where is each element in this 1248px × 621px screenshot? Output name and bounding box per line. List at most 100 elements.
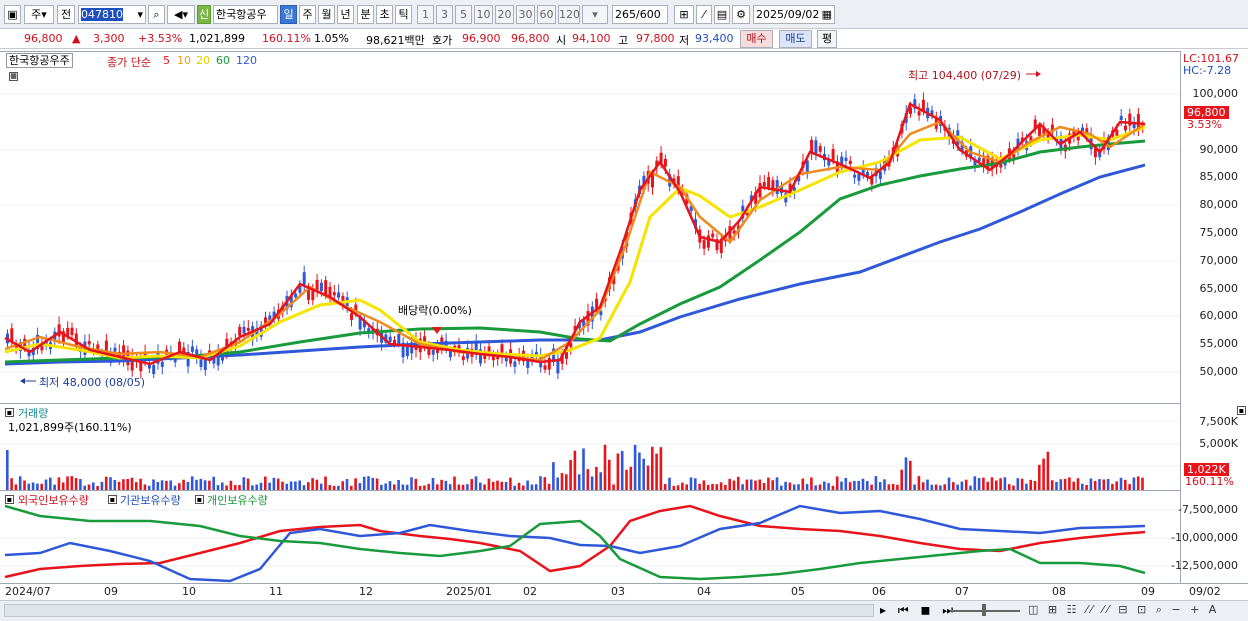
candle <box>767 176 771 188</box>
candle <box>818 146 822 152</box>
volume-bar <box>599 472 602 490</box>
window-icon[interactable]: ▣ <box>4 5 21 24</box>
count-field[interactable]: 265/600 <box>612 5 668 24</box>
volume-bar <box>92 482 95 490</box>
volume-bar <box>453 476 456 490</box>
num-3[interactable]: 3 <box>436 5 453 24</box>
volume-bar <box>1098 479 1101 490</box>
speaker-icon[interactable]: ◀▾ <box>167 5 195 24</box>
candle <box>337 292 341 298</box>
volume-bar <box>857 480 860 490</box>
volume-bar <box>1055 481 1058 490</box>
num-120[interactable]: 120 <box>558 5 580 24</box>
volume-bar <box>1033 480 1037 490</box>
volume-bar <box>1063 478 1067 490</box>
volume-bar <box>732 480 736 490</box>
volume-bar <box>844 477 848 490</box>
volume-bar <box>397 479 400 490</box>
xtick: 2024/07 <box>5 585 51 598</box>
num-30[interactable]: 30 <box>516 5 535 24</box>
num-custom[interactable]: ▾ <box>582 5 608 24</box>
scroll-nav-icons[interactable]: ▸ ⏮ ◼ ⏭ <box>880 603 957 618</box>
ytick: 90,000 <box>1199 143 1239 156</box>
scroll-track[interactable] <box>4 604 874 617</box>
volume-bar <box>728 478 731 490</box>
volume-bar <box>18 476 22 490</box>
volume-bar <box>526 480 529 490</box>
volume-bar <box>74 478 78 490</box>
current-pct-label: 3.53% <box>1187 118 1222 131</box>
candle <box>1119 115 1123 120</box>
volume-bar <box>1115 481 1118 490</box>
quote-pct: +3.53% <box>138 32 183 45</box>
volume-bar <box>835 476 839 490</box>
volume-bar <box>689 477 693 490</box>
num-10[interactable]: 10 <box>474 5 493 24</box>
bid-price: 96,800 <box>511 32 550 45</box>
gear-icon[interactable]: ⚙ <box>732 5 750 24</box>
tool-icons[interactable]: ◫ ⊞ ☷ ⁄⁄ ⁄⁄ ⊟ ⊡ ⌕ − + A <box>1028 603 1219 617</box>
avg-button[interactable]: 평 <box>817 30 837 48</box>
candle <box>302 272 306 285</box>
quote-volume: 1,021,899 <box>189 32 245 45</box>
low-label: 저 <box>679 34 690 47</box>
volume-bar <box>840 481 843 490</box>
volume-bar <box>900 469 903 490</box>
date-field[interactable]: 2025/09/02 ▦ <box>753 5 835 24</box>
volume-bar <box>431 477 435 490</box>
candle <box>702 240 706 249</box>
panel-close-icon[interactable]: ▪ <box>1237 406 1246 415</box>
volume-bar <box>440 479 443 490</box>
volume-bar <box>960 481 964 490</box>
volume-bar <box>375 478 379 490</box>
volume-bar <box>117 481 121 490</box>
volume-bar <box>113 479 117 490</box>
save-icon[interactable]: ▤ <box>714 5 730 24</box>
period-second[interactable]: 초 <box>376 5 393 24</box>
low-note: 최저 48,000 (08/05) <box>39 376 146 389</box>
volume-bar <box>754 480 757 490</box>
num-60[interactable]: 60 <box>537 5 556 24</box>
period-minute[interactable]: 분 <box>357 5 374 24</box>
volume-bar <box>268 482 271 490</box>
line-tool-icon[interactable]: ⁄ <box>696 5 712 24</box>
volume-bar <box>195 479 198 490</box>
volume-bar <box>749 479 753 490</box>
volume-bar <box>242 477 246 490</box>
sell-button[interactable]: 매도 <box>779 30 812 48</box>
volume-bar <box>345 479 349 490</box>
candle <box>848 160 852 164</box>
ytick: 60,000 <box>1199 309 1239 322</box>
volume-bar <box>719 482 723 490</box>
prev-button[interactable]: 전 <box>57 5 75 24</box>
volume-bar <box>659 447 663 490</box>
toolbar: ▣ 주▾ 전 047810 ▾ ⌕ ◀▾ 신 한국항공우 일 주 월 년 분 초 … <box>0 0 1248 29</box>
mode-select[interactable]: 주▾ <box>24 5 54 24</box>
chart-type-icon[interactable]: ⊞ <box>674 5 694 24</box>
period-year[interactable]: 년 <box>337 5 354 24</box>
volume-bar <box>1136 476 1140 490</box>
period-tick[interactable]: 틱 <box>395 5 412 24</box>
holding-panel: ▪ 외국인보유수량 ▪ 기관보유수량 ▪ 개인보유수량 <box>0 490 1180 583</box>
search-icon[interactable]: ⌕ <box>148 5 165 24</box>
period-month[interactable]: 월 <box>318 5 335 24</box>
volume-bar <box>139 478 142 490</box>
stock-name-field[interactable]: 한국항공우 <box>213 5 278 24</box>
period-day[interactable]: 일 <box>280 5 297 24</box>
code-input[interactable]: 047810 ▾ <box>78 5 146 24</box>
volume-bar <box>771 480 774 490</box>
num-20[interactable]: 20 <box>495 5 514 24</box>
xtick: 2025/01 <box>446 585 492 598</box>
volume-panel: ▪ 거래량 1,021,899주(160.11%) <box>0 403 1180 490</box>
volume-bar <box>1046 451 1050 490</box>
volume-bar <box>1072 481 1075 490</box>
candle <box>427 348 431 355</box>
num-5[interactable]: 5 <box>455 5 472 24</box>
volume-bar <box>874 476 878 490</box>
num-1[interactable]: 1 <box>417 5 434 24</box>
volume-bar <box>276 478 280 490</box>
zoom-slider-handle[interactable] <box>982 604 986 616</box>
buy-button[interactable]: 매수 <box>740 30 773 48</box>
period-week[interactable]: 주 <box>299 5 316 24</box>
volume-bar <box>152 479 155 490</box>
